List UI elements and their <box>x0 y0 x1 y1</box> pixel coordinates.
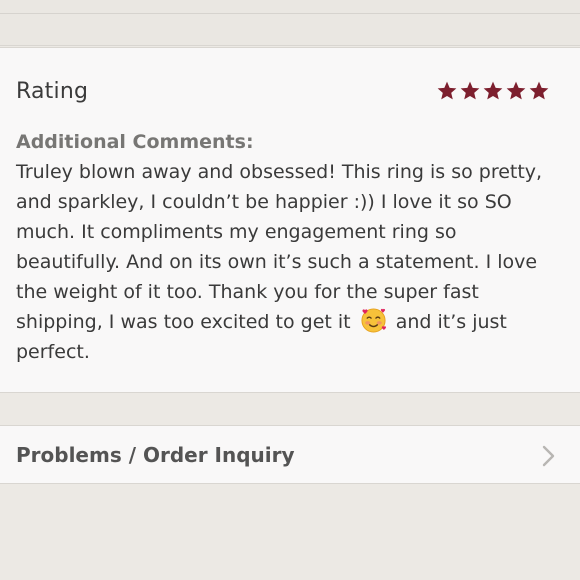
divider-line <box>0 13 580 14</box>
comments-text-part-1: Truley blown away and obsessed! This rin… <box>16 161 543 333</box>
review-card: Rating Additional Comments: Truley blown… <box>0 47 580 393</box>
star-icon <box>459 80 482 102</box>
star-icon <box>482 80 505 102</box>
listing-review-page: Rating Additional Comments: Truley blown… <box>0 0 580 580</box>
star-icon <box>436 80 459 102</box>
top-divider-band <box>0 0 580 46</box>
chevron-right-icon <box>540 444 558 468</box>
problems-order-inquiry-row[interactable]: Problems / Order Inquiry <box>0 425 580 484</box>
star-icon <box>505 80 528 102</box>
rating-label: Rating <box>16 79 89 104</box>
comments-body: Truley blown away and obsessed! This rin… <box>16 157 556 367</box>
smiling-face-with-hearts-icon <box>360 307 387 334</box>
comments-title: Additional Comments: <box>16 131 254 153</box>
problems-label: Problems / Order Inquiry <box>16 443 295 467</box>
star-icon <box>528 80 551 102</box>
rating-stars <box>436 80 551 102</box>
